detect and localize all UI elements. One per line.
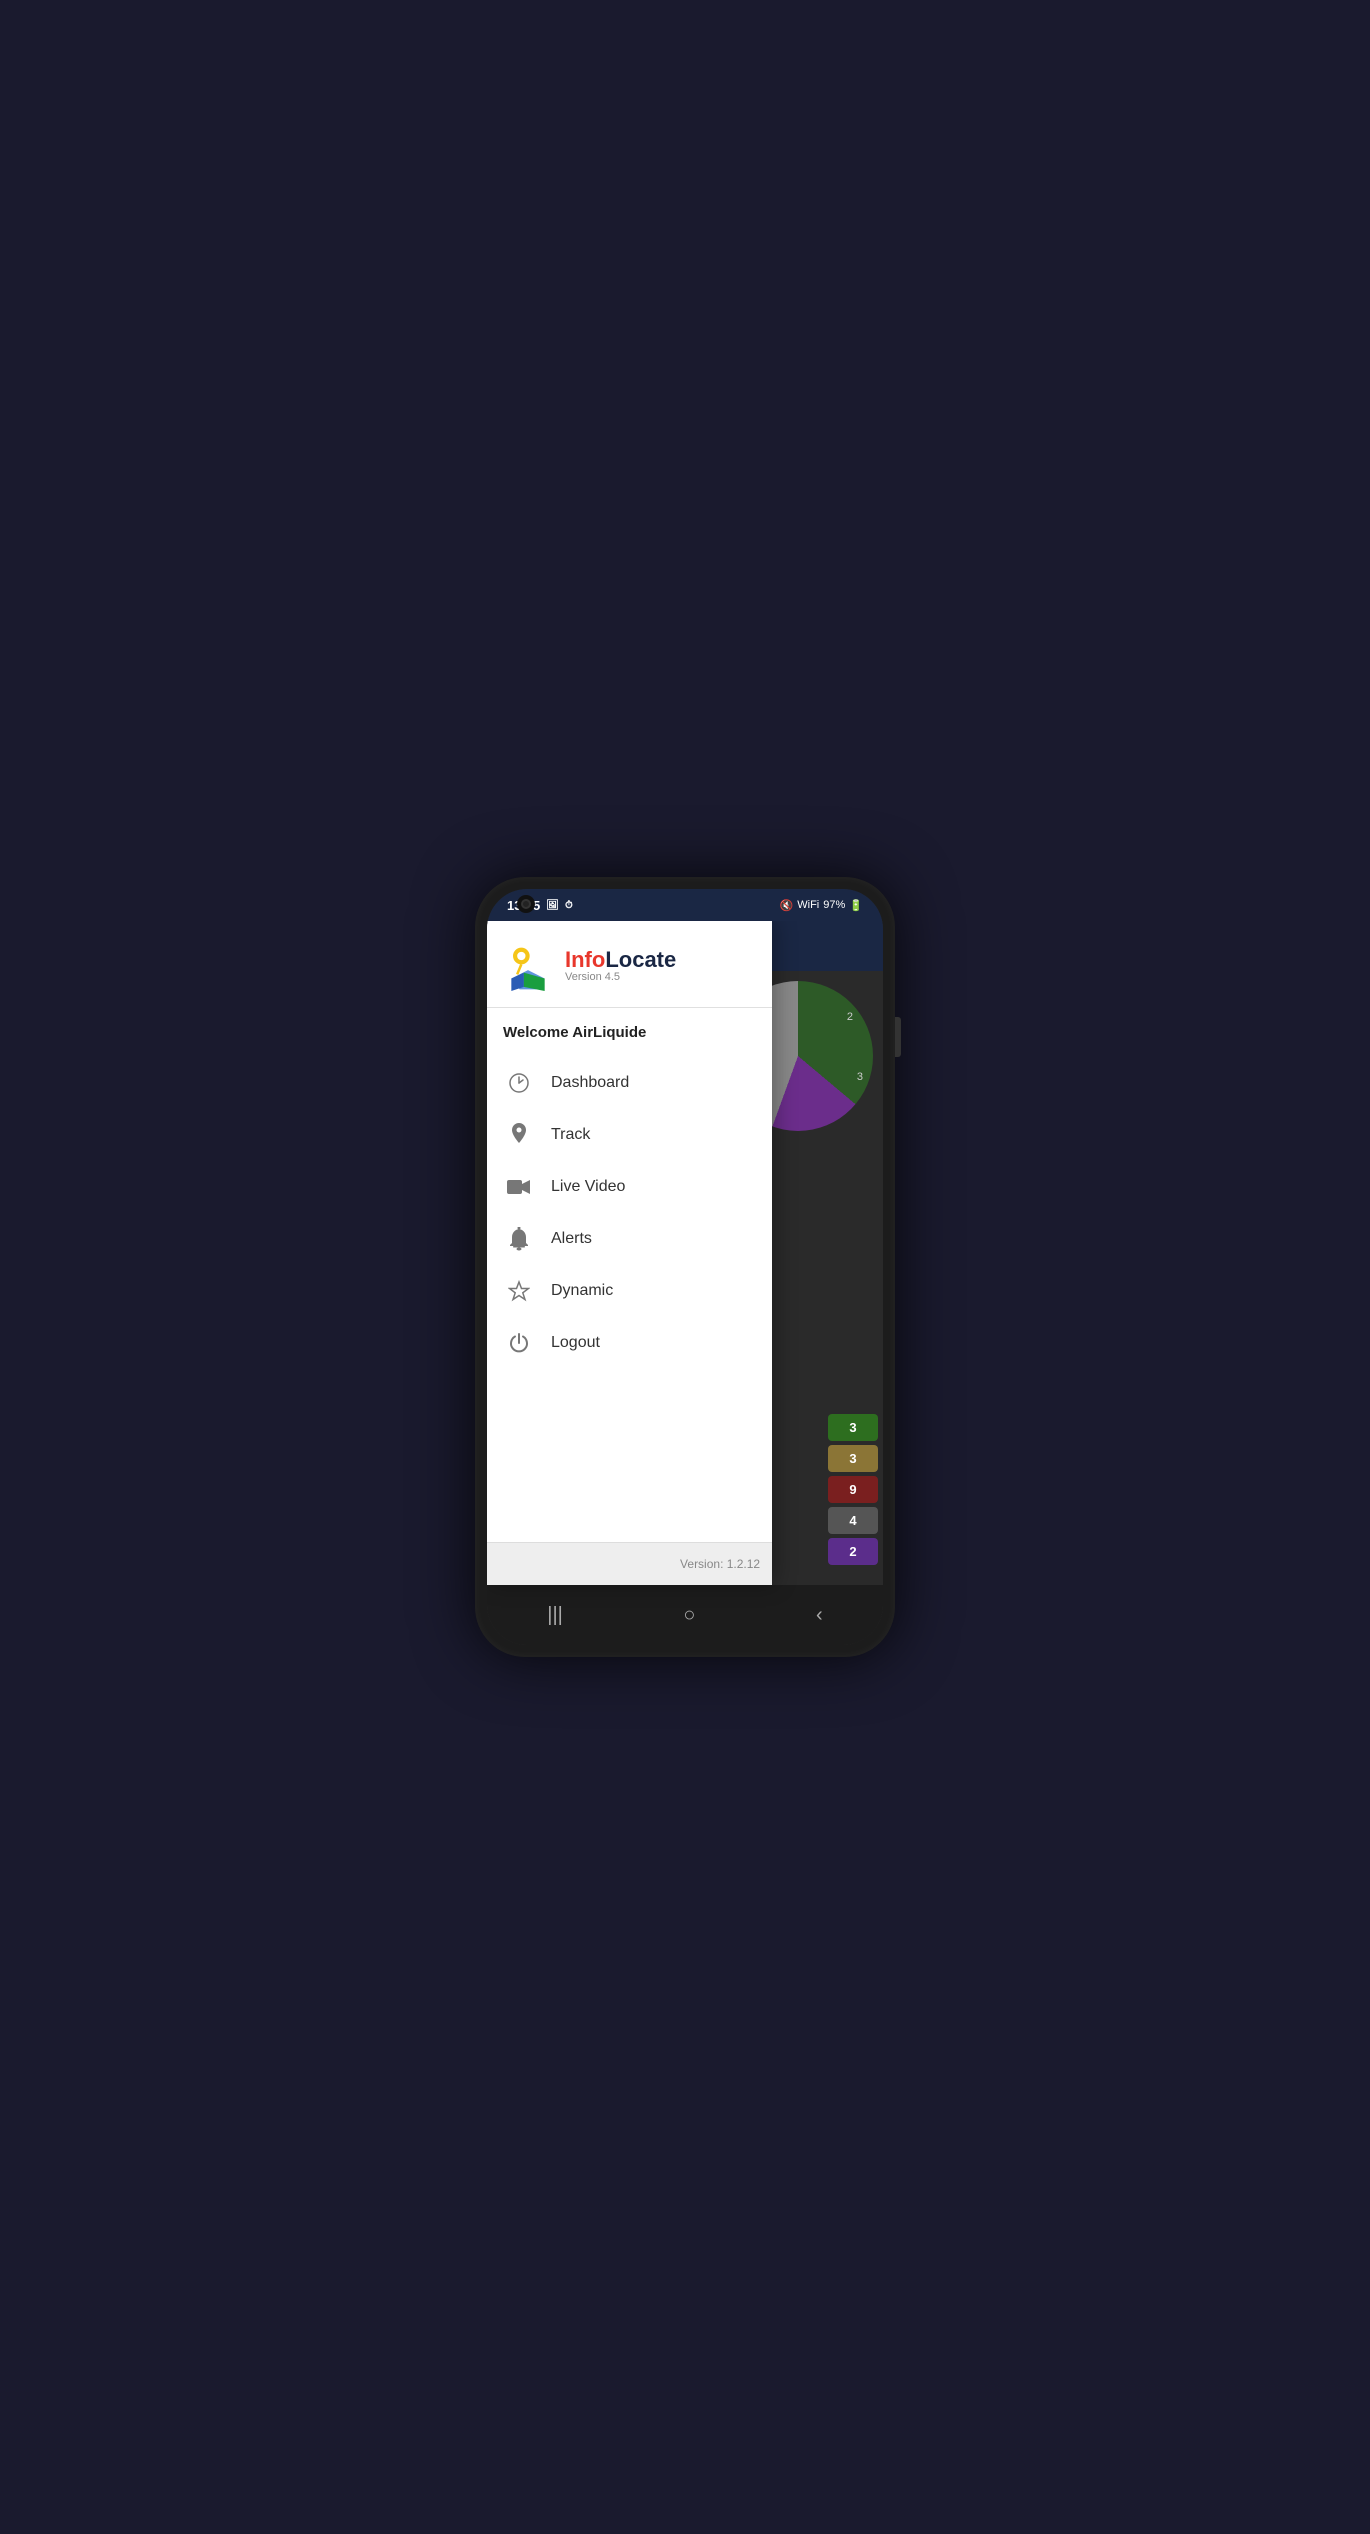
home-button[interactable]: ○ <box>663 1594 715 1637</box>
menu-item-dashboard[interactable]: Dashboard <box>487 1057 772 1109</box>
logo-title: InfoLocate Version 4.5 <box>565 949 676 983</box>
camera-notch <box>517 895 535 913</box>
menu-item-alerts[interactable]: Alerts <box>487 1213 772 1265</box>
dynamic-label: Dynamic <box>551 1282 613 1300</box>
track-label: Track <box>551 1126 590 1144</box>
app-logo <box>503 941 553 991</box>
video-icon <box>507 1175 531 1199</box>
camera-lens <box>521 899 531 909</box>
drawer-footer: Version: 1.2.12 <box>487 1542 772 1585</box>
live-video-label: Live Video <box>551 1178 625 1196</box>
logo-version: Version 4.5 <box>565 971 676 983</box>
stat-badge-1: 3 <box>828 1414 878 1441</box>
star-icon <box>507 1279 531 1303</box>
menu-item-live-video[interactable]: Live Video <box>487 1161 772 1213</box>
recent-apps-button[interactable]: ||| <box>527 1594 583 1637</box>
bell-icon <box>507 1227 531 1251</box>
drawer-menu: Dashboard Track <box>487 1049 772 1542</box>
menu-item-track[interactable]: Track <box>487 1109 772 1161</box>
welcome-text: Welcome AirLiquide <box>487 1008 772 1049</box>
app-version: Version: 1.2.12 <box>680 1557 760 1571</box>
stat-badge-4: 4 <box>828 1507 878 1534</box>
status-icons: 🔇 WiFi 97% 🔋 <box>780 899 863 912</box>
menu-item-logout[interactable]: Logout <box>487 1317 772 1369</box>
stat-badge-2: 3 <box>828 1445 878 1472</box>
bg-stats: 3 3 9 4 2 <box>828 1414 883 1565</box>
drawer-header: InfoLocate Version 4.5 <box>487 921 772 1008</box>
pie-label-2: 3 <box>857 1071 863 1083</box>
stat-badge-5: 2 <box>828 1538 878 1565</box>
pie-label-1: 2 <box>847 1011 853 1023</box>
drawer: InfoLocate Version 4.5 Welcome AirLiquid… <box>487 921 772 1585</box>
track-icon <box>507 1123 531 1147</box>
dashboard-icon <box>507 1071 531 1095</box>
logout-label: Logout <box>551 1334 600 1352</box>
power-icon <box>507 1331 531 1355</box>
dashboard-label: Dashboard <box>551 1074 629 1092</box>
logo-text: InfoLocate <box>565 949 676 971</box>
status-bar: 13:25 🖼 ⏱ 🔇 WiFi 97% 🔋 <box>487 889 883 921</box>
back-button[interactable]: ‹ <box>796 1594 843 1637</box>
menu-item-dynamic[interactable]: Dynamic <box>487 1265 772 1317</box>
alerts-label: Alerts <box>551 1230 592 1248</box>
bottom-nav: ||| ○ ‹ <box>487 1585 883 1645</box>
stat-badge-3: 9 <box>828 1476 878 1503</box>
